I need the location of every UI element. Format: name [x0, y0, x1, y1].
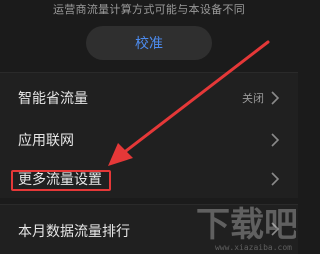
setting-row-app-network[interactable]: 应用联网 [0, 119, 298, 161]
setting-row-smart-save[interactable]: 智能省流量 关闭 [0, 77, 298, 119]
setting-label: 智能省流量 [18, 91, 88, 107]
chevron-right-icon [270, 133, 280, 147]
watermark-logo-icon: 下载吧 [196, 205, 298, 245]
highlight-box [11, 170, 111, 191]
setting-label: 应用联网 [18, 133, 74, 149]
watermark-site: www.xiazaiba.com [214, 243, 292, 252]
calibrate-button[interactable]: 校准 [86, 26, 212, 60]
chevron-right-icon [270, 91, 280, 105]
setting-value: 关闭 [242, 92, 264, 105]
chevron-right-icon [270, 172, 280, 186]
section-title: 本月数据流量排行 [18, 224, 130, 240]
watermark: 下载吧 www.xiazaiba.com [188, 200, 298, 252]
carrier-disclaimer: 运营商流量计算方式可能与本设备不同 [52, 3, 246, 16]
svg-text:下载吧: 下载吧 [196, 205, 296, 244]
